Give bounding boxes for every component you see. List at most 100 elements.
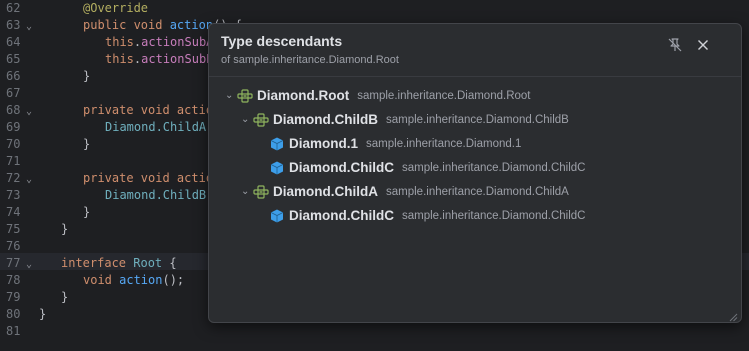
line-number: 78 (6, 273, 21, 287)
code-line[interactable]: } (61, 221, 68, 238)
qualified-name: sample.inheritance.Diamond.ChildC (402, 210, 586, 222)
annotation-token: @Override (83, 1, 149, 15)
code-line[interactable]: interface Root { (61, 255, 177, 272)
close-icon[interactable] (695, 37, 711, 53)
line-number: 66 (6, 69, 21, 83)
code-line[interactable]: } (39, 306, 46, 323)
field-token: actionSubA (141, 35, 214, 49)
code-line[interactable]: void action(); (83, 272, 184, 289)
interface-icon (253, 184, 269, 200)
type-token: Diamond.ChildA. (105, 120, 214, 134)
tree-node[interactable]: ⌄ Diamond.ChildA sample.inheritance.Diamon… (241, 181, 569, 203)
type-descendants-popup[interactable]: Type descendants of sample.inheritance.D… (208, 23, 742, 323)
type-name: Diamond.ChildC (289, 160, 394, 175)
class-icon (269, 136, 285, 152)
keyword-token: private void (83, 103, 177, 117)
tree-node[interactable]: Diamond.1 sample.inheritance.Diamond.1 (257, 133, 521, 155)
method-name-token: action (169, 18, 214, 32)
class-icon (269, 160, 285, 176)
code-line[interactable]: private void actio (83, 102, 213, 119)
line-number: 73 (6, 188, 21, 202)
keyword-token: public void (83, 18, 170, 32)
keyword-token: this (105, 35, 134, 49)
type-name: Diamond.ChildC (289, 208, 394, 223)
tree-node[interactable]: ⌄ Diamond.Root sample.inheritance.Diamond.… (225, 85, 530, 107)
gutter-line: 64 (0, 34, 40, 51)
code-line[interactable]: this.actionSubA (105, 34, 213, 51)
type-name: Diamond.1 (289, 136, 359, 151)
popup-subtitle: of sample.inheritance.Diamond.Root (221, 54, 399, 66)
code-line[interactable]: } (83, 68, 90, 85)
gutter-line: 75 (0, 221, 40, 238)
fold-chevron-icon[interactable]: ⌄ (26, 171, 32, 188)
gutter-line: 62 (0, 0, 40, 17)
keyword-token: private void (83, 171, 177, 185)
method-name-token: action (119, 273, 163, 287)
type-token: Root (133, 256, 163, 270)
gutter-line: 81 (0, 323, 40, 340)
code-text: } (61, 222, 69, 236)
qualified-name: sample.inheritance.Diamond.Root (357, 90, 531, 102)
interface-icon (237, 88, 253, 104)
gutter-line: 66 (0, 68, 40, 85)
code-text: { (162, 256, 177, 270)
code-text: (); (162, 273, 185, 287)
code-line[interactable]: Diamond.ChildB. (105, 187, 213, 204)
resize-grip-icon[interactable] (728, 309, 738, 322)
tree-node[interactable]: Diamond.ChildC sample.inheritance.Diamond… (257, 205, 585, 227)
code-text: } (61, 290, 69, 304)
interface-icon (253, 112, 269, 128)
line-number: 81 (6, 324, 21, 338)
line-number: 71 (6, 154, 21, 168)
gutter-line: 73 (0, 187, 40, 204)
code-line[interactable]: } (83, 136, 90, 153)
type-name: Diamond.ChildA (273, 184, 378, 199)
gutter-line: 78 (0, 272, 40, 289)
gutter-line: 68 ⌄ (0, 102, 40, 119)
type-token: Diamond.ChildB. (105, 188, 214, 202)
code-line[interactable]: } (83, 204, 90, 221)
tree-node[interactable]: Diamond.ChildC sample.inheritance.Diamond… (257, 157, 585, 179)
line-number: 63 (6, 18, 21, 32)
gutter-line: 71 (0, 153, 40, 170)
gutter-line: 72 ⌄ (0, 170, 40, 187)
gutter-line: 74 (0, 204, 40, 221)
code-line[interactable]: private void actio (83, 170, 213, 187)
tree-node[interactable]: ⌄ Diamond.ChildB sample.inheritance.Diamon… (241, 109, 569, 131)
popup-title: Type descendants (221, 33, 343, 49)
keyword-token: interface (61, 256, 134, 270)
line-number: 65 (6, 52, 21, 66)
code-text: } (83, 69, 91, 83)
code-line[interactable]: @Override (83, 0, 148, 17)
gutter-line: 77 ⌄ (0, 255, 40, 272)
gutter-line: 76 (0, 238, 40, 255)
gutter-line: 63 ⌄ (0, 17, 40, 34)
line-number: 72 (6, 171, 21, 185)
qualified-name: sample.inheritance.Diamond.ChildC (402, 162, 586, 174)
line-number: 76 (6, 239, 21, 253)
unpin-icon[interactable] (667, 37, 683, 53)
type-name: Diamond.ChildB (273, 112, 378, 127)
keyword-token: void (83, 273, 120, 287)
code-line[interactable]: this.actionSubE (105, 51, 213, 68)
expand-chevron-icon[interactable]: ⌄ (241, 109, 253, 131)
code-text: } (83, 137, 91, 151)
qualified-name: sample.inheritance.Diamond.ChildB (386, 114, 569, 126)
gutter-line: 79 (0, 289, 40, 306)
fold-chevron-icon[interactable]: ⌄ (26, 18, 32, 35)
line-number: 69 (6, 120, 21, 134)
line-number: 80 (6, 307, 21, 321)
keyword-token: this (105, 52, 134, 66)
code-line[interactable]: Diamond.ChildA. (105, 119, 213, 136)
type-name: Diamond.Root (257, 88, 350, 103)
code-line[interactable]: } (61, 289, 68, 306)
expand-chevron-icon[interactable]: ⌄ (241, 181, 253, 203)
code-text: } (83, 205, 91, 219)
fold-chevron-icon[interactable]: ⌄ (26, 103, 32, 120)
code-text: } (39, 307, 47, 321)
class-icon (269, 208, 285, 224)
fold-chevron-icon[interactable]: ⌄ (26, 256, 32, 273)
expand-chevron-icon[interactable]: ⌄ (225, 85, 237, 107)
line-number: 67 (6, 86, 21, 100)
qualified-name: sample.inheritance.Diamond.ChildA (386, 186, 569, 198)
